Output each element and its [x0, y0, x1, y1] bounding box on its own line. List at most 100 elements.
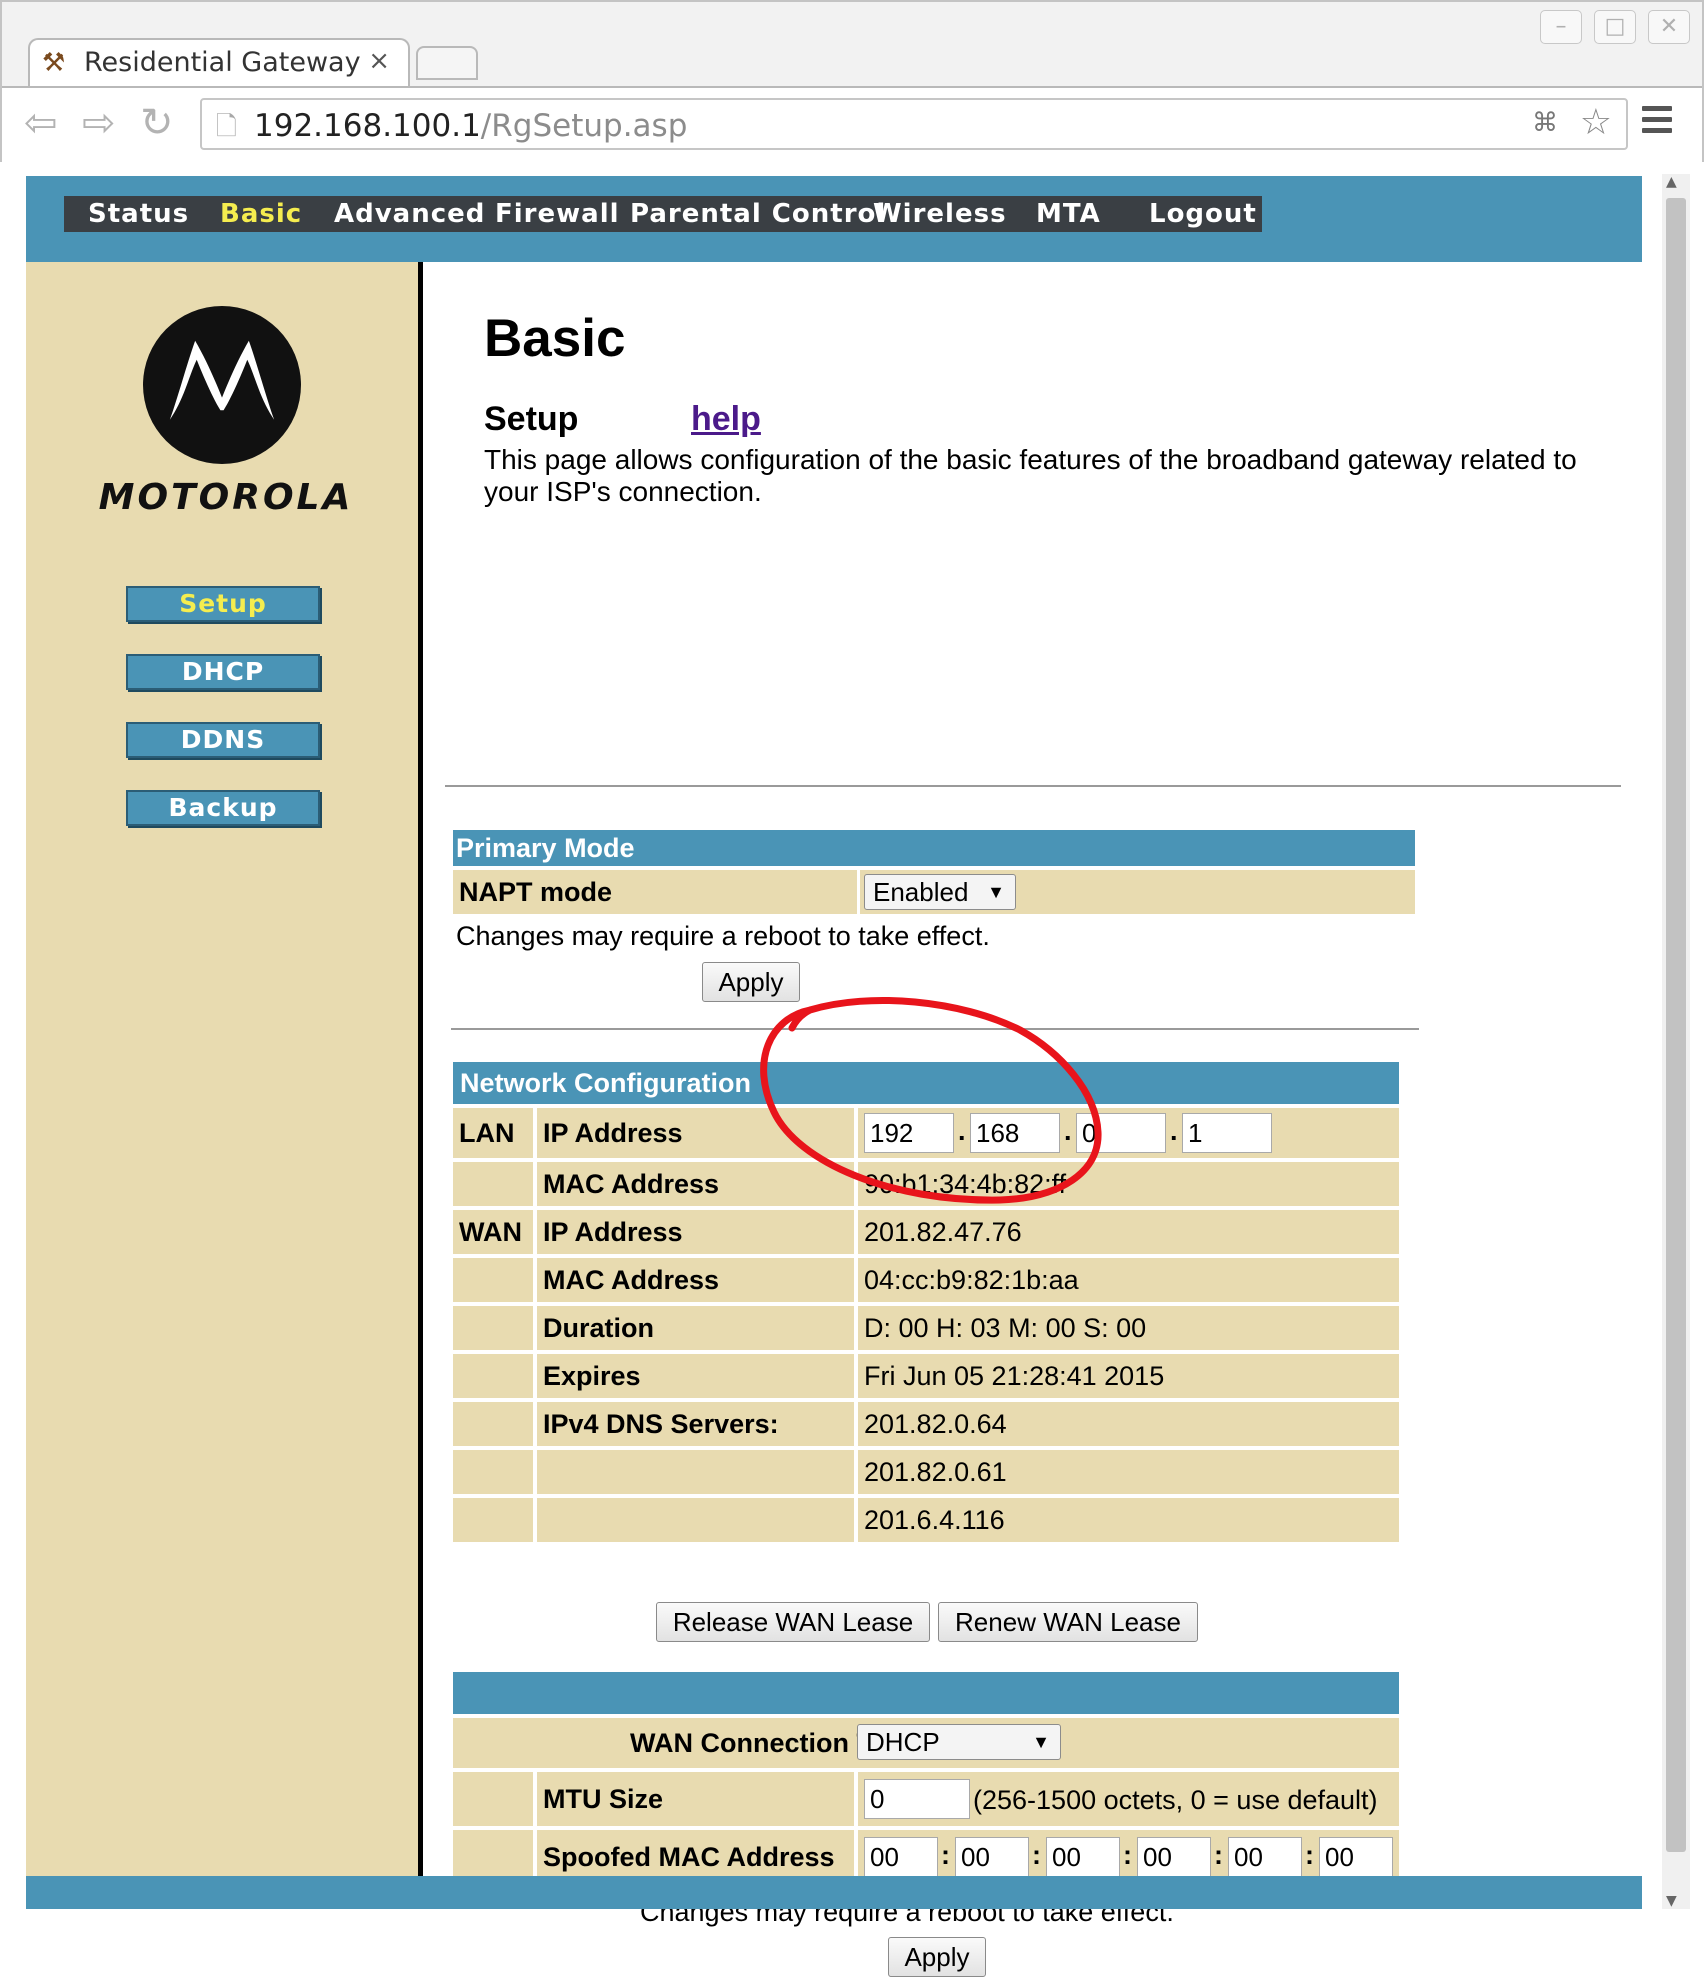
primary-mode-header: Primary Mode [453, 830, 1415, 866]
spoofed-mac-octet-2[interactable]: 00 [955, 1837, 1029, 1877]
reload-icon[interactable]: ↻ [140, 100, 174, 146]
menu-item-status[interactable]: Status [88, 196, 189, 232]
bookmark-star-icon[interactable]: ☆ [1580, 102, 1612, 143]
menu-item-firewall[interactable]: Firewall [495, 196, 620, 232]
napt-mode-cell: Enabled ▼ [860, 870, 1415, 914]
sidebar: MOTOROLA Setup DHCP DDNS Backup [26, 262, 418, 1876]
maximize-button[interactable]: □ [1594, 10, 1636, 44]
scroll-up-icon[interactable]: ▲ [1666, 174, 1677, 190]
lan-label: LAN [453, 1108, 533, 1158]
url-text[interactable]: 192.168.100.1/RgSetup.asp [254, 108, 687, 144]
expires-label: Expires [537, 1354, 854, 1398]
new-tab-button[interactable] [416, 46, 478, 80]
duration-label: Duration [537, 1306, 854, 1350]
url-path: /RgSetup.asp [480, 108, 688, 144]
ip-separator: . [1064, 1116, 1072, 1146]
menu-item-logout[interactable]: Logout [1149, 196, 1257, 232]
empty-cell [537, 1498, 854, 1542]
scroll-down-icon[interactable]: ▼ [1666, 1893, 1677, 1909]
napt-mode-label: NAPT mode [453, 870, 857, 914]
empty-cell [453, 1450, 533, 1494]
spoofed-mac-octet-6[interactable]: 00 [1319, 1837, 1393, 1877]
napt-mode-select[interactable]: Enabled ▼ [864, 874, 1016, 910]
lan-ip-cell: 192 . 168 . 0 . 1 [858, 1108, 1399, 1158]
wan-ip-label: IP Address [537, 1210, 854, 1254]
dns-server-3: 201.6.4.116 [858, 1498, 1399, 1542]
minimize-button[interactable]: – [1540, 10, 1582, 44]
footer-bar [26, 1876, 1642, 1909]
spoofed-mac-octet-1[interactable]: 00 [864, 1837, 938, 1877]
empty-cell [453, 1162, 533, 1206]
spoofed-mac-octet-4[interactable]: 00 [1137, 1837, 1211, 1877]
apply-button[interactable]: Apply [888, 1937, 986, 1977]
divider [451, 1028, 1419, 1030]
mac-separator: : [1032, 1840, 1041, 1870]
forward-icon[interactable]: ⇨ [82, 100, 116, 146]
help-link[interactable]: help [691, 400, 761, 439]
reboot-note: Changes may require a reboot to take eff… [456, 921, 990, 951]
sidebar-item-dhcp[interactable]: DHCP [126, 654, 320, 690]
sidebar-item-backup[interactable]: Backup [126, 790, 320, 826]
page-viewport: ▲ ▼ Status Basic Advanced Firewall Paren… [0, 162, 1704, 1977]
translate-icon[interactable]: ⌘ [1532, 108, 1558, 138]
mac-separator: : [1123, 1840, 1132, 1870]
back-icon[interactable]: ⇦ [24, 100, 58, 146]
menu-item-wireless[interactable]: Wireless [873, 196, 1007, 232]
browser-toolbar: ⇦ ⇨ ↻ 🗋 192.168.100.1/RgSetup.asp ⌘ ☆ [2, 86, 1702, 162]
mtu-size-cell: 0 (256-1500 octets, 0 = use default) [858, 1772, 1399, 1826]
dns-server-1: 201.82.0.64 [858, 1402, 1399, 1446]
lan-ip-octet-2[interactable]: 168 [970, 1113, 1060, 1153]
wan-mac-value: 04:cc:b9:82:1b:aa [858, 1258, 1399, 1302]
spoofed-mac-octet-5[interactable]: 00 [1228, 1837, 1302, 1877]
wan-connection-type-value: DHCP [866, 1727, 940, 1757]
lan-ip-octet-4[interactable]: 1 [1182, 1113, 1272, 1153]
wan-label: WAN [453, 1210, 533, 1254]
logo-text: MOTOROLA [98, 477, 354, 518]
address-bar[interactable]: 🗋 192.168.100.1/RgSetup.asp ⌘ ☆ [200, 98, 1628, 150]
ip-separator: . [958, 1116, 966, 1146]
empty-cell [537, 1450, 854, 1494]
apply-button[interactable]: Apply [702, 962, 800, 1002]
menu-item-advanced[interactable]: Advanced [334, 196, 485, 232]
url-host: 192.168.100.1 [254, 108, 481, 144]
empty-cell [453, 1772, 533, 1826]
empty-cell [453, 1354, 533, 1398]
mtu-size-input[interactable]: 0 [864, 1779, 970, 1819]
empty-cell [453, 1306, 533, 1350]
empty-cell [453, 1258, 533, 1302]
wan-mac-label: MAC Address [537, 1258, 854, 1302]
vertical-scrollbar[interactable]: ▲ ▼ [1662, 174, 1690, 1909]
tab-title: Residential Gateway [84, 47, 361, 78]
browser-menu-icon[interactable] [1642, 106, 1672, 139]
spoofed-mac-octet-3[interactable]: 00 [1046, 1837, 1120, 1877]
wan-connection-type-select[interactable]: DHCP ▼ [857, 1724, 1061, 1760]
sidebar-item-ddns[interactable]: DDNS [126, 722, 320, 758]
scrollbar-thumb[interactable] [1666, 198, 1686, 1852]
wan-connection-header [453, 1672, 1399, 1714]
lan-ip-octet-3[interactable]: 0 [1076, 1113, 1166, 1153]
tab-close-icon[interactable]: × [368, 46, 390, 76]
sidebar-item-setup[interactable]: Setup [126, 586, 320, 622]
browser-tab[interactable]: ⚒ Residential Gateway × [28, 38, 410, 86]
dns-label: IPv4 DNS Servers: [537, 1402, 854, 1446]
tools-icon: ⚒ [42, 48, 66, 78]
mtu-size-label: MTU Size [537, 1772, 854, 1826]
release-wan-lease-button[interactable]: Release WAN Lease [656, 1602, 930, 1642]
dns-server-2: 201.82.0.61 [858, 1450, 1399, 1494]
menu-item-parental-control[interactable]: Parental Control [630, 196, 886, 232]
mtu-size-hint: (256-1500 octets, 0 = use default) [973, 1785, 1378, 1815]
duration-value: D: 00 H: 03 M: 00 S: 00 [858, 1306, 1399, 1350]
ip-separator: . [1170, 1116, 1178, 1146]
main-content: Basic Setup help This page allows config… [423, 262, 1642, 1977]
divider [445, 785, 1621, 787]
mac-separator: : [1214, 1840, 1223, 1870]
mac-separator: : [941, 1840, 950, 1870]
renew-wan-lease-button[interactable]: Renew WAN Lease [938, 1602, 1198, 1642]
menu-item-mta[interactable]: MTA [1036, 196, 1101, 232]
lan-ip-octet-1[interactable]: 192 [864, 1113, 954, 1153]
section-title: Setup [484, 400, 579, 438]
menu-item-basic[interactable]: Basic [220, 196, 302, 232]
browser-window: – □ ✕ ⚒ Residential Gateway × ⇦ ⇨ ↻ 🗋 19… [0, 0, 1704, 162]
page-icon: 🗋 [216, 112, 237, 142]
window-close-button[interactable]: ✕ [1648, 10, 1690, 44]
